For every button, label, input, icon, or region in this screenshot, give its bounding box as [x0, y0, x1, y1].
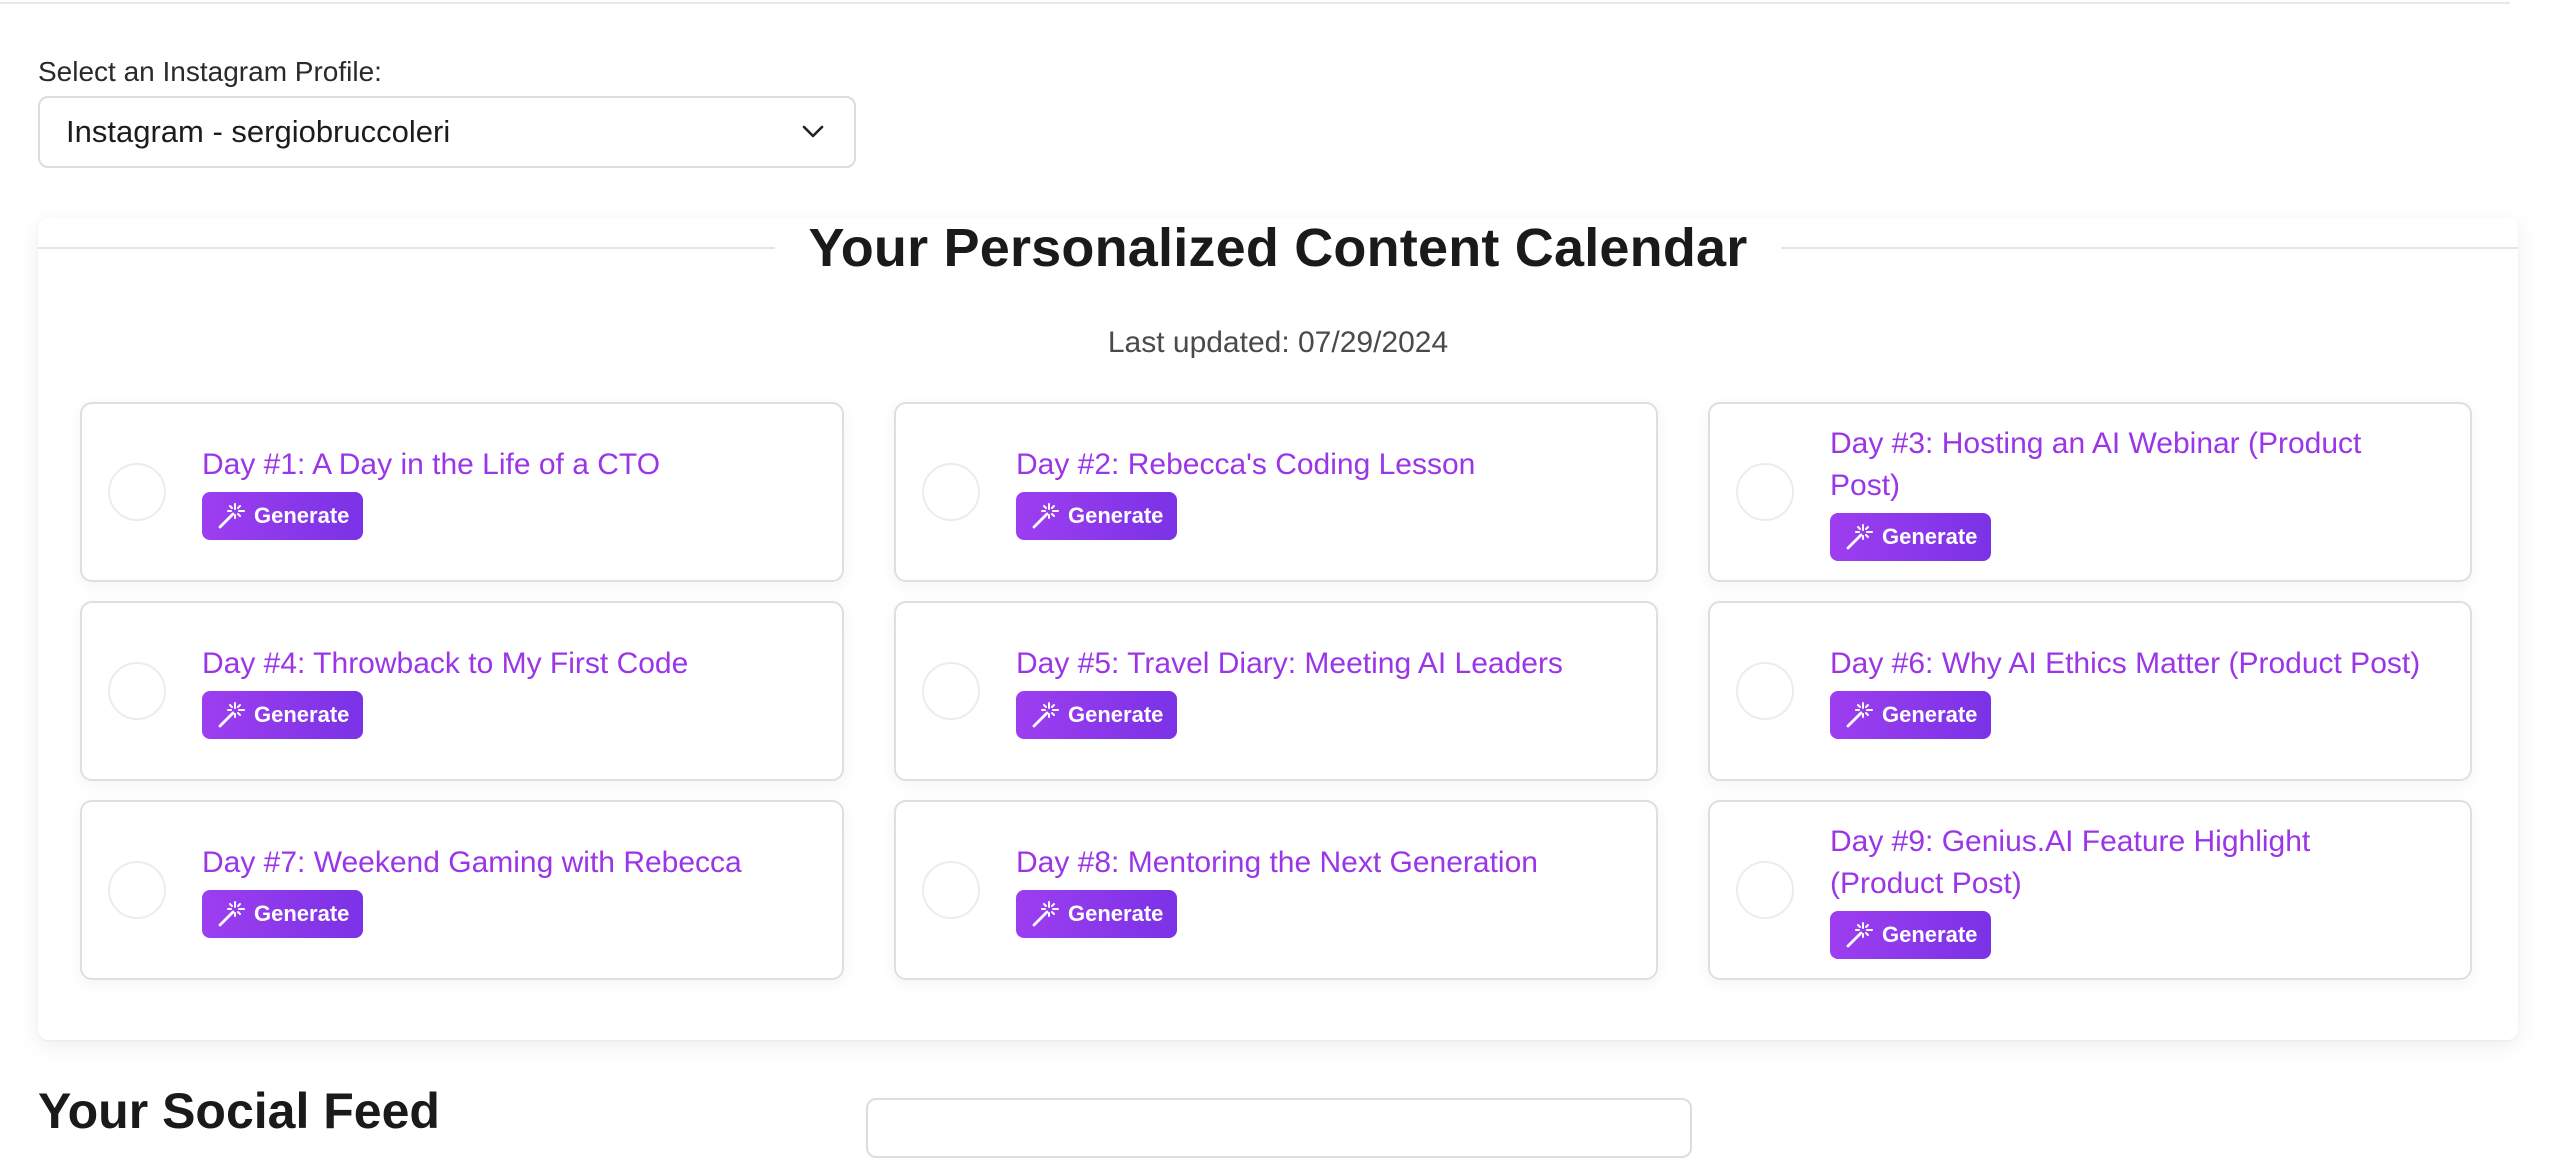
day-3-title[interactable]: Day #3: Hosting an AI Webinar (Product P… — [1830, 423, 2430, 507]
day-6-title[interactable]: Day #6: Why AI Ethics Matter (Product Po… — [1830, 643, 2420, 685]
magic-wand-icon — [1030, 899, 1060, 929]
day-card-6: Day #6: Why AI Ethics Matter (Product Po… — [1708, 601, 2472, 781]
day-8-generate-button[interactable]: Generate — [1016, 890, 1178, 938]
day-5-select-radio[interactable] — [922, 662, 980, 720]
generate-label: Generate — [254, 901, 350, 926]
calendar-title: Your Personalized Content Calendar — [808, 218, 1748, 278]
day-1-title[interactable]: Day #1: A Day in the Life of a CTO — [202, 444, 660, 486]
magic-wand-icon — [216, 700, 246, 730]
day-4-generate-button[interactable]: Generate — [202, 691, 364, 739]
day-2-select-radio[interactable] — [922, 463, 980, 521]
magic-wand-icon — [1844, 920, 1874, 950]
magic-wand-icon — [216, 899, 246, 929]
magic-wand-icon — [216, 501, 246, 531]
magic-wand-icon — [1030, 700, 1060, 730]
day-card-2: Day #2: Rebecca's Coding Lesson Generate — [894, 402, 1658, 582]
day-2-generate-button[interactable]: Generate — [1016, 492, 1178, 540]
magic-wand-icon — [1030, 501, 1060, 531]
generate-label: Generate — [254, 503, 350, 528]
day-card-1: Day #1: A Day in the Life of a CTO Gener… — [80, 402, 844, 582]
chevron-down-icon — [798, 117, 828, 147]
profile-select-label: Select an Instagram Profile: — [38, 56, 382, 87]
day-1-generate-button[interactable]: Generate — [202, 492, 364, 540]
generate-label: Generate — [1068, 901, 1164, 926]
day-1-select-radio[interactable] — [108, 463, 166, 521]
magic-wand-icon — [1844, 522, 1874, 552]
generate-label: Generate — [1882, 524, 1978, 549]
day-8-title[interactable]: Day #8: Mentoring the Next Generation — [1016, 842, 1538, 884]
day-card-8: Day #8: Mentoring the Next Generation Ge… — [894, 800, 1658, 980]
last-updated-text: Last updated: 07/29/2024 — [1107, 326, 1449, 359]
day-6-select-radio[interactable] — [1736, 662, 1794, 720]
day-5-title[interactable]: Day #5: Travel Diary: Meeting AI Leaders — [1016, 643, 1563, 685]
content-calendar-panel: Your Personalized Content Calendar Last … — [38, 218, 2518, 1040]
day-4-select-radio[interactable] — [108, 662, 166, 720]
day-7-select-radio[interactable] — [108, 861, 166, 919]
generate-label: Generate — [254, 702, 350, 727]
day-7-generate-button[interactable]: Generate — [202, 890, 364, 938]
day-7-title[interactable]: Day #7: Weekend Gaming with Rebecca — [202, 842, 742, 884]
instagram-profile-select[interactable]: Instagram - sergiobruccoleri — [38, 96, 856, 168]
profile-select-value: Instagram - sergiobruccoleri — [66, 114, 451, 149]
day-4-title[interactable]: Day #4: Throwback to My First Code — [202, 643, 688, 685]
generate-label: Generate — [1882, 922, 1978, 947]
title-rule-right — [1781, 247, 2518, 249]
day-card-9: Day #9: Genius.AI Feature Highlight (Pro… — [1708, 800, 2472, 980]
social-feed-heading: Your Social Feed — [38, 1083, 440, 1139]
day-3-select-radio[interactable] — [1736, 463, 1794, 521]
day-card-5: Day #5: Travel Diary: Meeting AI Leaders… — [894, 601, 1658, 781]
day-2-title[interactable]: Day #2: Rebecca's Coding Lesson — [1016, 444, 1475, 486]
calendar-title-row: Your Personalized Content Calendar — [38, 218, 2518, 278]
day-3-generate-button[interactable]: Generate — [1830, 513, 1992, 561]
generate-label: Generate — [1882, 702, 1978, 727]
social-feed-select[interactable] — [866, 1098, 1692, 1158]
magic-wand-icon — [1844, 700, 1874, 730]
title-rule-left — [38, 247, 775, 249]
day-card-7: Day #7: Weekend Gaming with Rebecca Gene… — [80, 800, 844, 980]
day-5-generate-button[interactable]: Generate — [1016, 691, 1178, 739]
day-card-grid: Day #1: A Day in the Life of a CTO Gener… — [80, 402, 2472, 980]
day-card-3: Day #3: Hosting an AI Webinar (Product P… — [1708, 402, 2472, 582]
top-divider — [0, 0, 2510, 4]
day-9-title[interactable]: Day #9: Genius.AI Feature Highlight (Pro… — [1830, 821, 2430, 905]
day-card-4: Day #4: Throwback to My First Code Gener… — [80, 601, 844, 781]
generate-label: Generate — [1068, 503, 1164, 528]
day-9-generate-button[interactable]: Generate — [1830, 911, 1992, 959]
day-8-select-radio[interactable] — [922, 861, 980, 919]
generate-label: Generate — [1068, 702, 1164, 727]
day-9-select-radio[interactable] — [1736, 861, 1794, 919]
day-6-generate-button[interactable]: Generate — [1830, 691, 1992, 739]
